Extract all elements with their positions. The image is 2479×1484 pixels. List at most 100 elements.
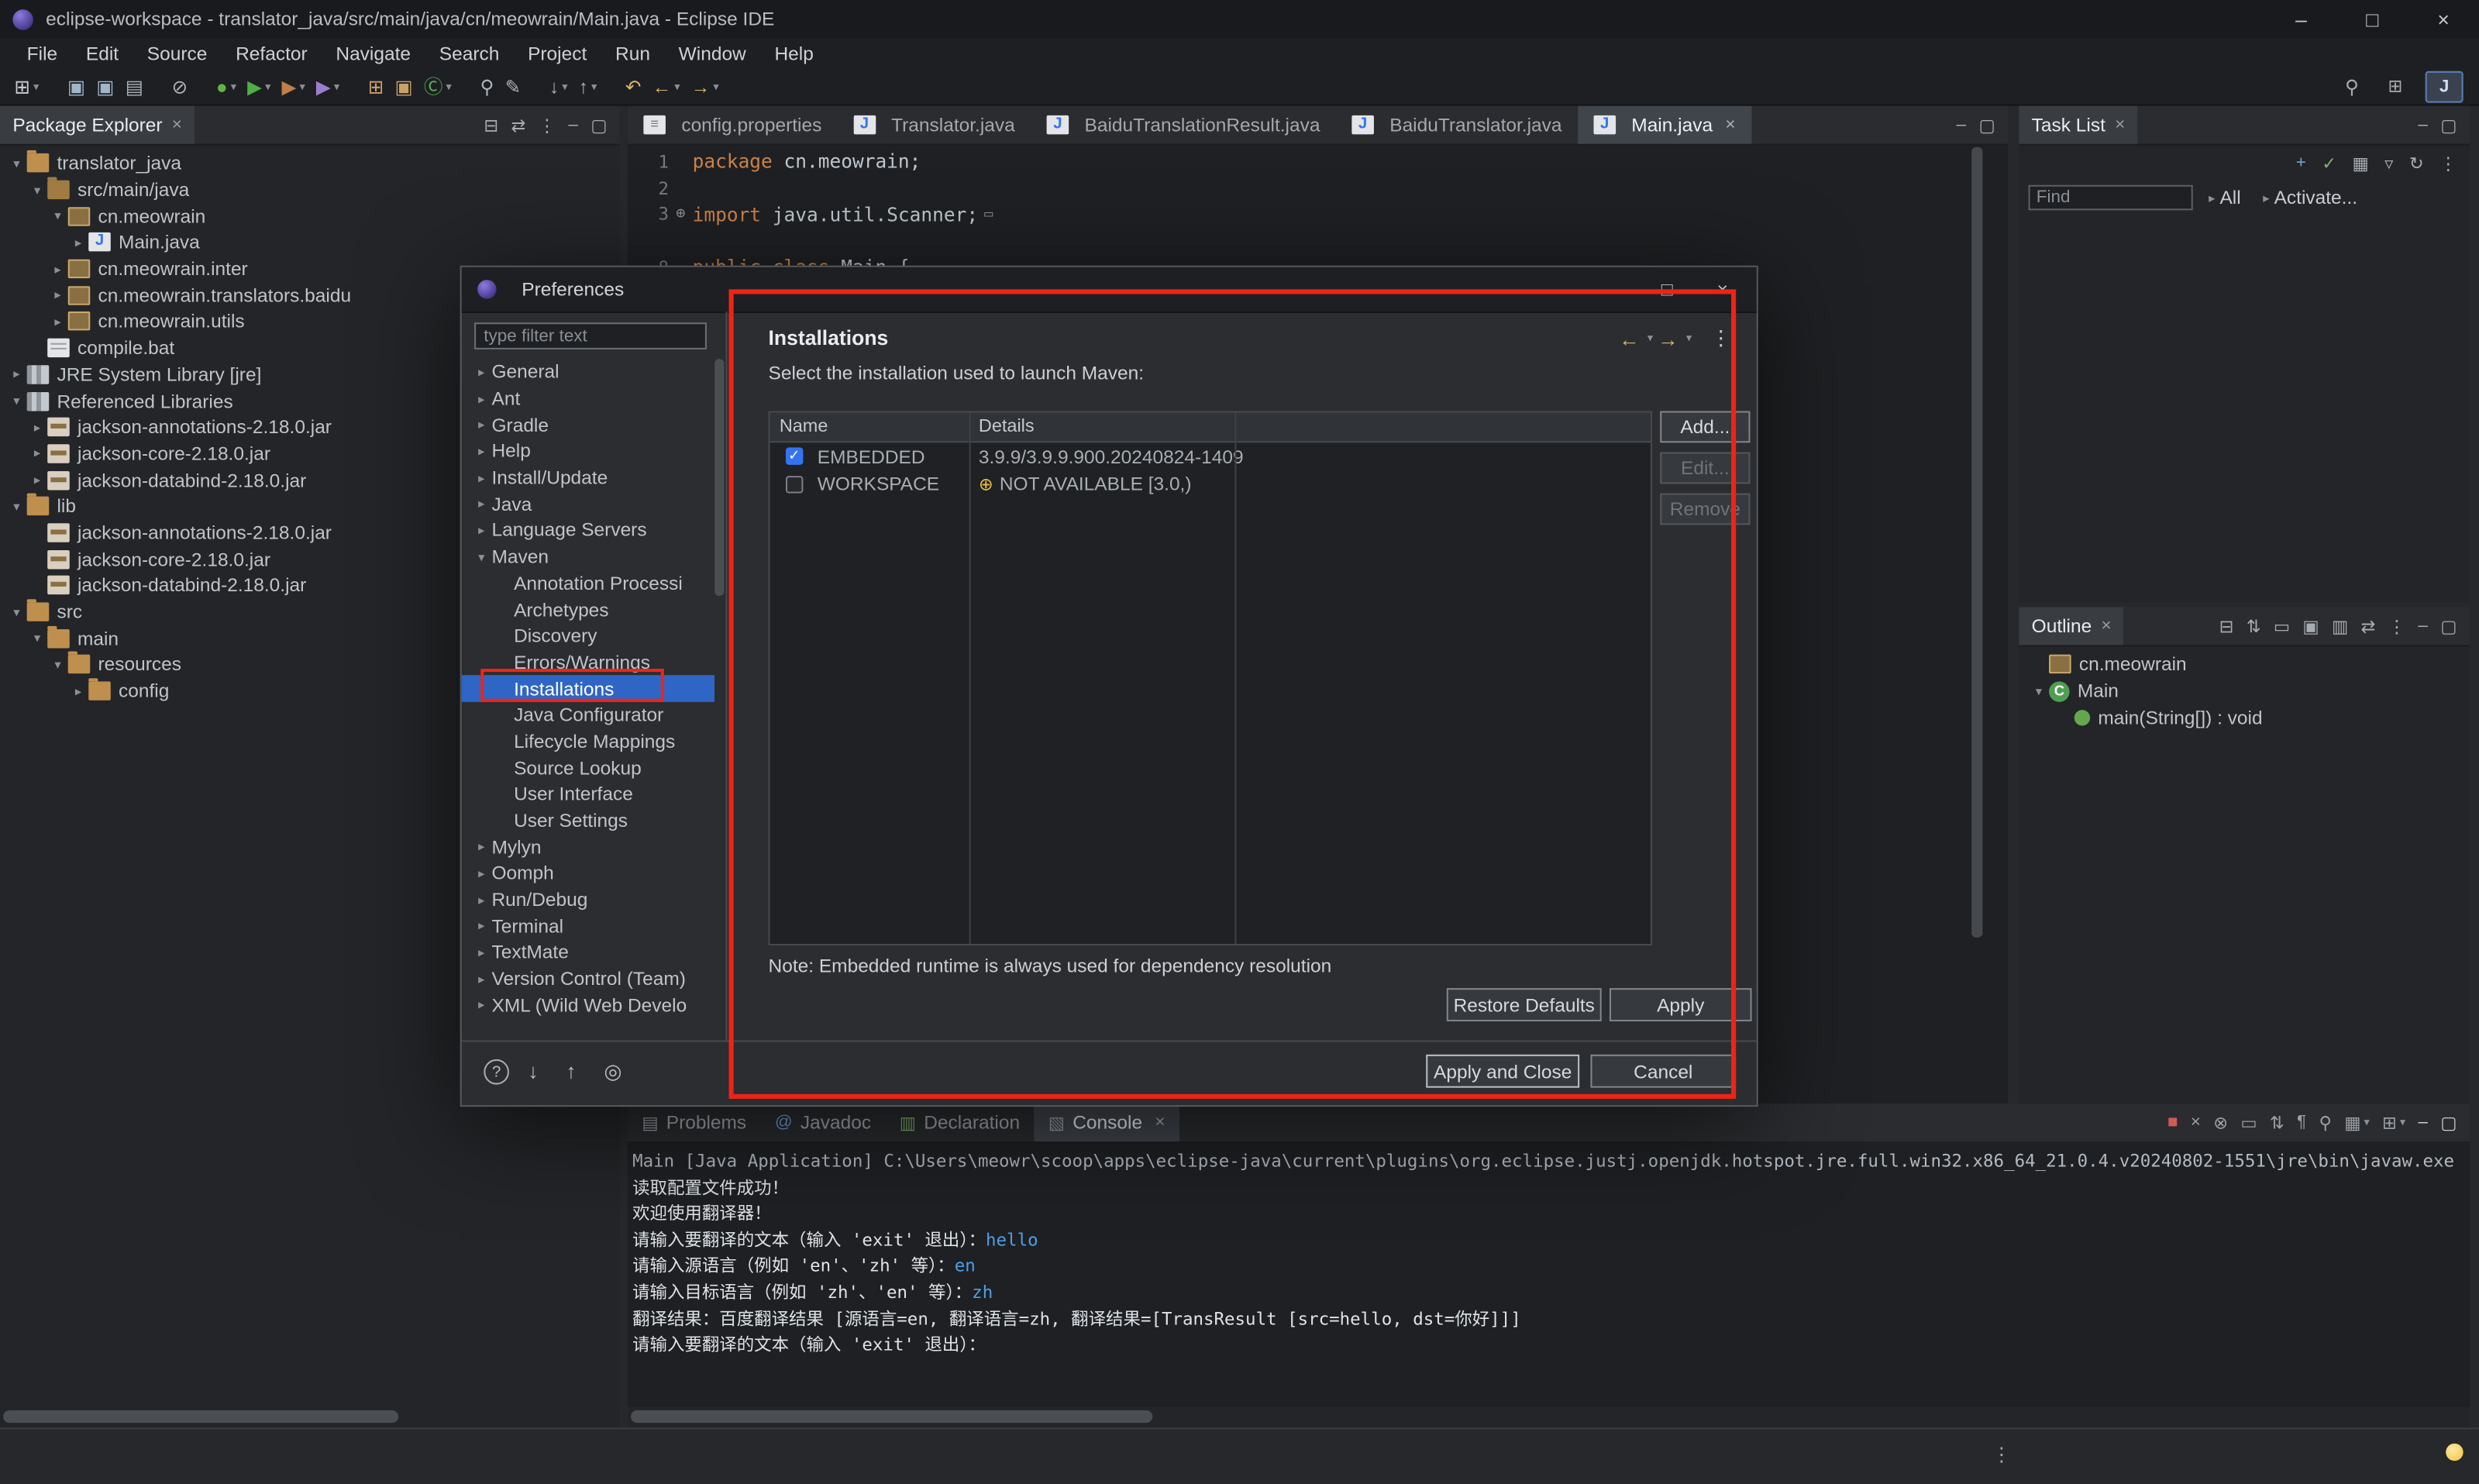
previous-annotation-icon[interactable]: ↑ ▾	[574, 71, 602, 102]
expand-arrow-icon[interactable]: ▾	[47, 658, 68, 672]
expand-arrow-icon[interactable]: ▸	[471, 391, 492, 405]
WORKSPACE[interactable]: WORKSPACE ⊕ NOT AVAILABLE [3.0,)	[770, 470, 1651, 498]
editor-tab[interactable]: Main.java ×	[1578, 106, 1751, 144]
expand-arrow-icon[interactable]: ▸	[27, 473, 48, 487]
preferences-tree-item[interactable]: ▸ Install/Update	[462, 464, 714, 491]
hide-static-members-icon[interactable]: ▣	[2296, 616, 2326, 637]
expand-arrow-icon[interactable]: ▾	[6, 394, 27, 408]
expand-arrow-icon[interactable]: ▸	[471, 998, 492, 1012]
preferences-tree-item[interactable]: ▾ Maven	[462, 543, 714, 570]
edit-button[interactable]: Edit...	[1660, 452, 1750, 484]
expand-arrow-icon[interactable]: ▸	[471, 497, 492, 511]
perspective-overflow-icon[interactable]: ⋮	[1992, 1444, 2011, 1466]
forward-icon[interactable]: →	[1658, 326, 1678, 350]
checkbox[interactable]	[785, 476, 802, 493]
package-explorer-tab[interactable]: Package Explorer ×	[0, 106, 195, 144]
bottom-tab[interactable]: ▥ Declaration ×	[885, 1104, 1034, 1141]
task-list-link[interactable]: ▸ Activate...	[2263, 187, 2357, 209]
mark-complete-icon[interactable]: ✓	[2315, 153, 2343, 174]
tree-item[interactable]: ▾ cn.meowrain	[0, 203, 620, 229]
expand-arrow-icon[interactable]: ▾	[2029, 683, 2050, 697]
window-maximize-button[interactable]: □	[2336, 0, 2408, 38]
view-menu-icon[interactable]: ⋮	[2381, 616, 2412, 637]
close-tab-icon[interactable]: ×	[1155, 1113, 1165, 1131]
preferences-tree-item[interactable]: ▸ TextMate	[462, 939, 714, 966]
preferences-tree-item[interactable]: ▸ Help	[462, 438, 714, 464]
expand-arrow-icon[interactable]: ▸	[471, 919, 492, 933]
clear-console-icon[interactable]: ▭ ▾	[2234, 1112, 2264, 1133]
expand-arrow-icon[interactable]: ▸	[471, 972, 492, 986]
close-tab-icon[interactable]: ×	[1725, 115, 1735, 134]
preferences-tree-item[interactable]: ▸ Gradle	[462, 411, 714, 438]
checkbox[interactable]	[785, 448, 802, 465]
preferences-tree-item[interactable]: Lifecycle Mappings	[462, 728, 714, 755]
filter-icon[interactable]: ▿	[2378, 153, 2400, 174]
expand-arrow-icon[interactable]: ▸	[471, 945, 492, 959]
menu-item[interactable]: Window	[664, 42, 760, 64]
close-view-icon[interactable]: ×	[172, 115, 182, 134]
menu-item[interactable]: Refactor	[222, 42, 322, 64]
expand-arrow-icon[interactable]: ▸	[27, 446, 48, 460]
cancel-button[interactable]: Cancel	[1590, 1055, 1736, 1088]
new-package-icon[interactable]: ▣ ▾	[390, 71, 417, 102]
scrollbar-thumb[interactable]	[631, 1410, 1152, 1423]
mark-occurrences-icon[interactable]: ✎ ▾	[501, 71, 526, 102]
editor-tab[interactable]: config.properties ×	[628, 106, 838, 144]
expand-arrow-icon[interactable]: ▸	[471, 365, 492, 379]
sort-icon[interactable]: ⇅	[2240, 616, 2267, 637]
expand-arrow-icon[interactable]: ▸	[471, 866, 492, 880]
expand-arrow-icon[interactable]: ▾	[27, 183, 48, 197]
expand-arrow-icon[interactable]: ▸	[471, 840, 492, 854]
expand-arrow-icon[interactable]: ▾	[47, 209, 68, 223]
expand-arrow-icon[interactable]: ▸	[471, 893, 492, 907]
preferences-tree-item[interactable]: Java Configurator	[462, 702, 714, 728]
outline-item[interactable]: ▾ Main	[2019, 678, 2469, 704]
outline-item[interactable]: main(String[]) : void	[2019, 704, 2469, 731]
word-wrap-icon[interactable]: ¶ ▾	[2291, 1113, 2312, 1131]
view-menu-icon[interactable]: ⋮	[2433, 153, 2464, 174]
minimize-view-icon[interactable]: –	[1950, 115, 1973, 134]
remove-all-terminated-icon[interactable]: ⊗ ▾	[2207, 1112, 2234, 1133]
preferences-tree-item[interactable]: Errors/Warnings	[462, 649, 714, 676]
task-list-link[interactable]: ▸ All	[2209, 187, 2241, 209]
window-minimize-button[interactable]: –	[2266, 0, 2337, 38]
tree-item[interactable]: ▾ translator_java	[0, 150, 620, 177]
editor-tab[interactable]: BaiduTranslator.java ×	[1336, 106, 1578, 144]
preferences-filter-input[interactable]	[474, 322, 707, 349]
expand-arrow-icon[interactable]: ▸	[47, 315, 68, 329]
find-input[interactable]	[2029, 185, 2193, 211]
menu-item[interactable]: Help	[760, 42, 828, 64]
save-all-icon[interactable]: ▣ ▾	[91, 71, 119, 102]
scrollbar-thumb[interactable]	[714, 359, 724, 596]
preferences-tree-item[interactable]: ▸ Oomph	[462, 860, 714, 887]
preferences-tree-item[interactable]: ▸ Mylyn	[462, 834, 714, 860]
new-java-project-icon[interactable]: ⊞ ▾	[363, 71, 389, 102]
forward-history-caret-icon[interactable]: ▾	[1686, 332, 1692, 344]
tree-item[interactable]: ▾ src/main/java	[0, 177, 620, 203]
next-annotation-icon[interactable]: ↓ ▾	[545, 71, 573, 102]
back-icon[interactable]: ← ▾	[648, 71, 685, 102]
coverage-icon[interactable]: ▶ ▾	[312, 71, 344, 102]
preferences-tree-item[interactable]: Annotation Processi	[462, 570, 714, 596]
restore-defaults-button[interactable]: Restore Defaults	[1447, 988, 1602, 1021]
remove-button[interactable]: Remove	[1660, 494, 1750, 525]
new-class-icon[interactable]: Ⓒ ▾	[419, 71, 456, 102]
EMBEDDED[interactable]: EMBEDDED ⊕ 3.9.9/3.9.9.900.20240824-1409	[770, 442, 1651, 470]
collapse-all-icon[interactable]: ⊟	[477, 115, 504, 136]
open-perspective-icon[interactable]: ⊞	[2377, 72, 2412, 101]
expand-arrow-icon[interactable]: ▾	[6, 157, 27, 170]
preferences-tree-item[interactable]: ▸ Run/Debug	[462, 887, 714, 913]
expand-arrow-icon[interactable]: ▸	[471, 523, 492, 537]
print-icon[interactable]: ▤ ▾	[121, 71, 148, 102]
add-button[interactable]: Add...	[1660, 411, 1750, 442]
quick-access-search-icon[interactable]: ⚲	[2340, 71, 2364, 102]
preferences-tree-item[interactable]: ▸ Version Control (Team)	[462, 966, 714, 992]
preferences-tree-item[interactable]: Discovery	[462, 623, 714, 649]
preferences-tree-item[interactable]: ▸ Java	[462, 491, 714, 517]
synchronize-icon[interactable]: ↻	[2403, 153, 2430, 174]
window-close-button[interactable]: ×	[2408, 0, 2479, 38]
last-edit-location-icon[interactable]: ↶ ▾	[621, 71, 646, 102]
expand-arrow-icon[interactable]: ▸	[471, 418, 492, 432]
maximize-view-icon[interactable]: ▢	[2434, 616, 2464, 637]
back-history-caret-icon[interactable]: ▾	[1648, 332, 1653, 344]
